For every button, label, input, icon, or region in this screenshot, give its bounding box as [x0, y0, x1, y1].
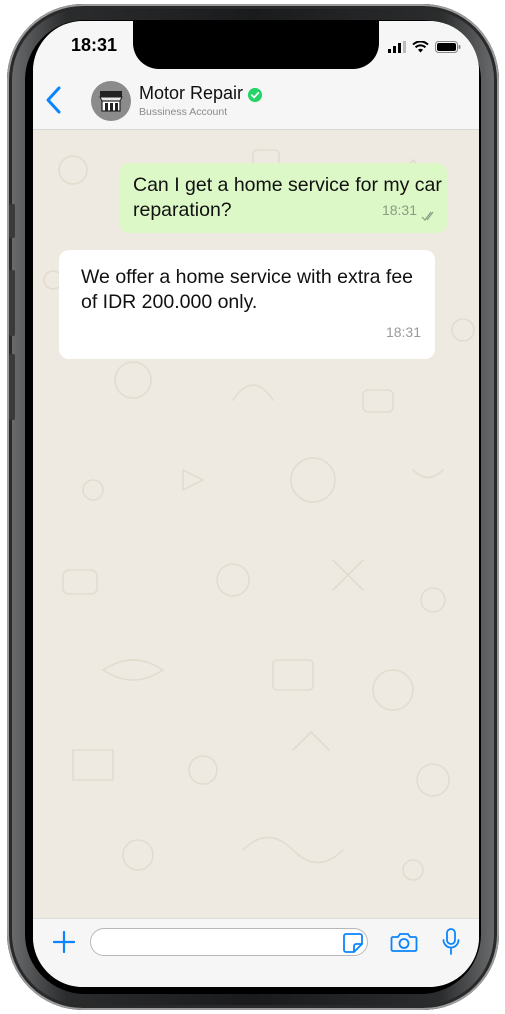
back-chevron-icon[interactable]	[43, 85, 65, 115]
camera-icon[interactable]	[390, 930, 418, 954]
plus-icon[interactable]	[51, 929, 77, 955]
avatar[interactable]	[91, 81, 131, 121]
outgoing-message[interactable]: Can I get a home service for my car repa…	[119, 163, 447, 233]
status-icons	[388, 41, 461, 53]
volume-down-button	[9, 354, 15, 420]
message-time: 18:31	[381, 202, 417, 218]
status-time: 18:31	[71, 35, 118, 55]
microphone-icon[interactable]	[441, 927, 461, 957]
verified-icon	[248, 88, 262, 102]
volume-up-button	[9, 270, 15, 336]
signal-icon	[388, 41, 406, 53]
shop-icon	[99, 91, 123, 112]
wallpaper-doodles	[43, 149, 475, 881]
message-text: We offer a home service with extra fee o…	[81, 266, 414, 313]
message-input[interactable]	[90, 928, 368, 956]
chat-header: Motor Repair Bussiness Account	[33, 71, 479, 130]
contact-subtitle: Bussiness Account	[139, 106, 228, 118]
contact-name[interactable]: Motor Repair	[139, 83, 243, 104]
battery-icon	[435, 41, 461, 53]
message-time: 18:31	[385, 324, 421, 340]
incoming-message[interactable]: We offer a home service with extra fee o…	[59, 250, 435, 359]
silent-switch	[9, 204, 15, 238]
wifi-icon	[412, 41, 429, 53]
notch	[133, 21, 379, 69]
phone-screen: 18:31 Motor Repair Bussiness Account Can…	[33, 21, 479, 987]
double-check-icon	[421, 211, 434, 221]
sticker-icon[interactable]	[342, 932, 364, 954]
chat-area[interactable]: Can I get a home service for my car repa…	[33, 130, 479, 918]
input-bar	[33, 918, 479, 987]
